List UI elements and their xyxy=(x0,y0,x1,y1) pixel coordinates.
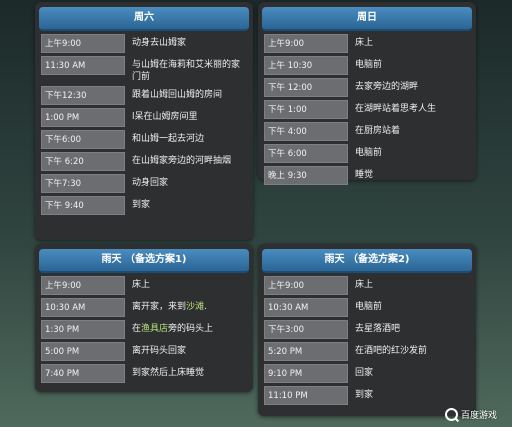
schedule-row: 下午 12:00 去家旁边的湖畔 xyxy=(264,78,470,97)
time-cell: 9:10 PM xyxy=(264,364,348,383)
time-cell: 下午 6:00 xyxy=(264,144,348,163)
time-cell: 下午 6:20 xyxy=(41,152,125,171)
schedule-row: 1:30 PM 在渔具店旁的码头上 xyxy=(41,320,247,339)
schedule-row: 下午 6:20 在山姆家旁边的河畔抽烟 xyxy=(41,152,247,171)
schedule-row: 下午7:30 动身回家 xyxy=(41,174,247,193)
schedule-row: 10:30 AM 电脑前 xyxy=(264,298,470,317)
time-cell: 上午9:00 xyxy=(264,276,348,295)
activity-text: . xyxy=(204,302,207,312)
time-cell: 11:30 AM xyxy=(41,56,125,75)
time-cell: 上午9:00 xyxy=(41,34,125,53)
schedule-row: 上午9:00 动身去山姆家 xyxy=(41,34,247,53)
schedule-row: 下午3:00 去星落酒吧 xyxy=(264,320,470,339)
activity-cell: 到家 xyxy=(355,390,374,400)
activity-text: 旁的码头上 xyxy=(168,324,214,334)
schedule-row: 下午 6:00 电脑前 xyxy=(264,144,470,163)
activity-cell: 和山姆一起去河边 xyxy=(132,134,205,144)
schedule-row: 下午12:30 跟着山姆回山姆的房间 xyxy=(41,86,247,105)
activity-cell: 睡觉 xyxy=(355,170,374,180)
schedule-row: 5:00 PM 离开码头回家 xyxy=(41,342,247,361)
time-cell: 下午 12:00 xyxy=(264,78,348,97)
schedule-row: 上午 10:30 电脑前 xyxy=(264,56,470,75)
activity-cell: 与山姆在海莉和艾米丽的家门前 xyxy=(132,60,241,82)
activity-cell: 床上 xyxy=(132,280,151,290)
time-cell: 下午12:30 xyxy=(41,86,125,105)
activity-cell: 离开家，来到沙滩. xyxy=(125,298,247,313)
time-cell: 7:40 PM xyxy=(41,364,125,383)
activity-cell: 到家 xyxy=(132,200,151,210)
activity-cell: 电脑前 xyxy=(355,148,383,158)
activity-cell: 电脑前 xyxy=(355,302,383,312)
baidu-paw-icon xyxy=(445,407,458,421)
panel-title: 雨天 （备选方案2) xyxy=(262,249,472,273)
time-cell: 1:00 PM xyxy=(41,108,125,127)
time-cell: 下午6:00 xyxy=(41,130,125,149)
schedule-row: 下午 1:00 在湖畔站着思考人生 xyxy=(264,100,470,119)
time-cell: 上午9:00 xyxy=(264,34,348,53)
time-cell: 下午 4:00 xyxy=(264,122,348,141)
activity-cell: 床上 xyxy=(355,38,374,48)
schedule-row: 11:30 AM 与山姆在海莉和艾米丽的家门前 xyxy=(41,56,247,83)
schedule-row: 上午9:00 床上 xyxy=(41,276,247,295)
activity-cell: 在渔具店旁的码头上 xyxy=(125,320,247,335)
time-cell: 1:30 PM xyxy=(41,320,125,339)
time-cell: 晚上 9:30 xyxy=(264,166,348,185)
time-cell: 上午 10:30 xyxy=(264,56,348,75)
activity-text: 离开家，来到 xyxy=(132,302,187,312)
sunday-schedule-panel: 周日 上午9:00 床上 上午 10:30 电脑前 下午 12:00 去家旁边的… xyxy=(258,2,476,185)
activity-text: 在 xyxy=(132,324,142,334)
rain-plan-1-panel: 雨天 （备选方案1) 上午9:00 床上 10:30 AM 离开家，来到沙滩. … xyxy=(35,244,253,392)
time-cell: 5:20 PM xyxy=(264,342,348,361)
time-cell: 下午7:30 xyxy=(41,174,125,193)
activity-cell: 去星落酒吧 xyxy=(355,324,401,334)
panel-title: 周日 xyxy=(262,7,472,31)
time-cell: 下午 1:00 xyxy=(264,100,348,119)
schedule-row: 上午9:00 床上 xyxy=(264,34,470,53)
beach-link[interactable]: 沙滩 xyxy=(186,302,204,312)
schedule-row: 5:20 PM 在酒吧的红沙发前 xyxy=(264,342,470,361)
activity-cell: 离开码头回家 xyxy=(132,346,187,356)
activity-cell: 床上 xyxy=(355,280,374,290)
schedule-row: 上午9:00 床上 xyxy=(264,276,470,295)
activity-cell: 跟着山姆回山姆的房间 xyxy=(132,90,223,100)
schedule-row: 10:30 AM 离开家，来到沙滩. xyxy=(41,298,247,317)
time-cell: 10:30 AM xyxy=(41,298,125,317)
activity-cell: 回家 xyxy=(355,368,374,378)
schedule-row: 11:10 PM 到家 xyxy=(264,386,470,405)
panel-title: 周六 xyxy=(39,7,249,31)
activity-cell: 在湖畔站着思考人生 xyxy=(355,104,437,114)
schedule-row: 下午6:00 和山姆一起去河边 xyxy=(41,130,247,149)
saturday-schedule-panel: 周六 上午9:00 动身去山姆家 11:30 AM 与山姆在海莉和艾米丽的家门前… xyxy=(35,2,253,240)
activity-cell: 动身回家 xyxy=(132,178,169,188)
time-cell: 5:00 PM xyxy=(41,342,125,361)
rain-plan-2-panel: 雨天 （备选方案2) 上午9:00 床上 10:30 AM 电脑前 下午3:00… xyxy=(258,244,476,416)
activity-cell: 在厨房站着 xyxy=(355,126,401,136)
schedule-row: 1:00 PM l呆在山姆房间里 xyxy=(41,108,247,127)
activity-cell: 去家旁边的湖畔 xyxy=(355,82,419,92)
schedule-row: 7:40 PM 到家然后上床睡觉 xyxy=(41,364,247,383)
activity-cell: l呆在山姆房间里 xyxy=(132,112,198,122)
time-cell: 下午 9:40 xyxy=(41,196,125,215)
time-cell: 下午3:00 xyxy=(264,320,348,339)
activity-cell: 到家然后上床睡觉 xyxy=(132,368,205,378)
activity-cell: 动身去山姆家 xyxy=(132,38,187,48)
schedule-row: 下午 9:40 到家 xyxy=(41,196,247,215)
baidu-games-watermark: 百度游戏 xyxy=(445,404,510,424)
activity-cell: 在山姆家旁边的河畔抽烟 xyxy=(132,156,232,166)
fish-shop-link[interactable]: 渔具店 xyxy=(141,324,168,334)
schedule-row: 下午 4:00 在厨房站着 xyxy=(264,122,470,141)
time-cell: 上午9:00 xyxy=(41,276,125,295)
activity-cell: 电脑前 xyxy=(355,60,383,70)
schedule-row: 9:10 PM 回家 xyxy=(264,364,470,383)
activity-cell: 在酒吧的红沙发前 xyxy=(355,346,428,356)
time-cell: 10:30 AM xyxy=(264,298,348,317)
watermark-text: 百度游戏 xyxy=(461,410,498,421)
schedule-row: 晚上 9:30 睡觉 xyxy=(264,166,470,185)
time-cell: 11:10 PM xyxy=(264,386,348,405)
panel-title: 雨天 （备选方案1) xyxy=(39,249,249,273)
